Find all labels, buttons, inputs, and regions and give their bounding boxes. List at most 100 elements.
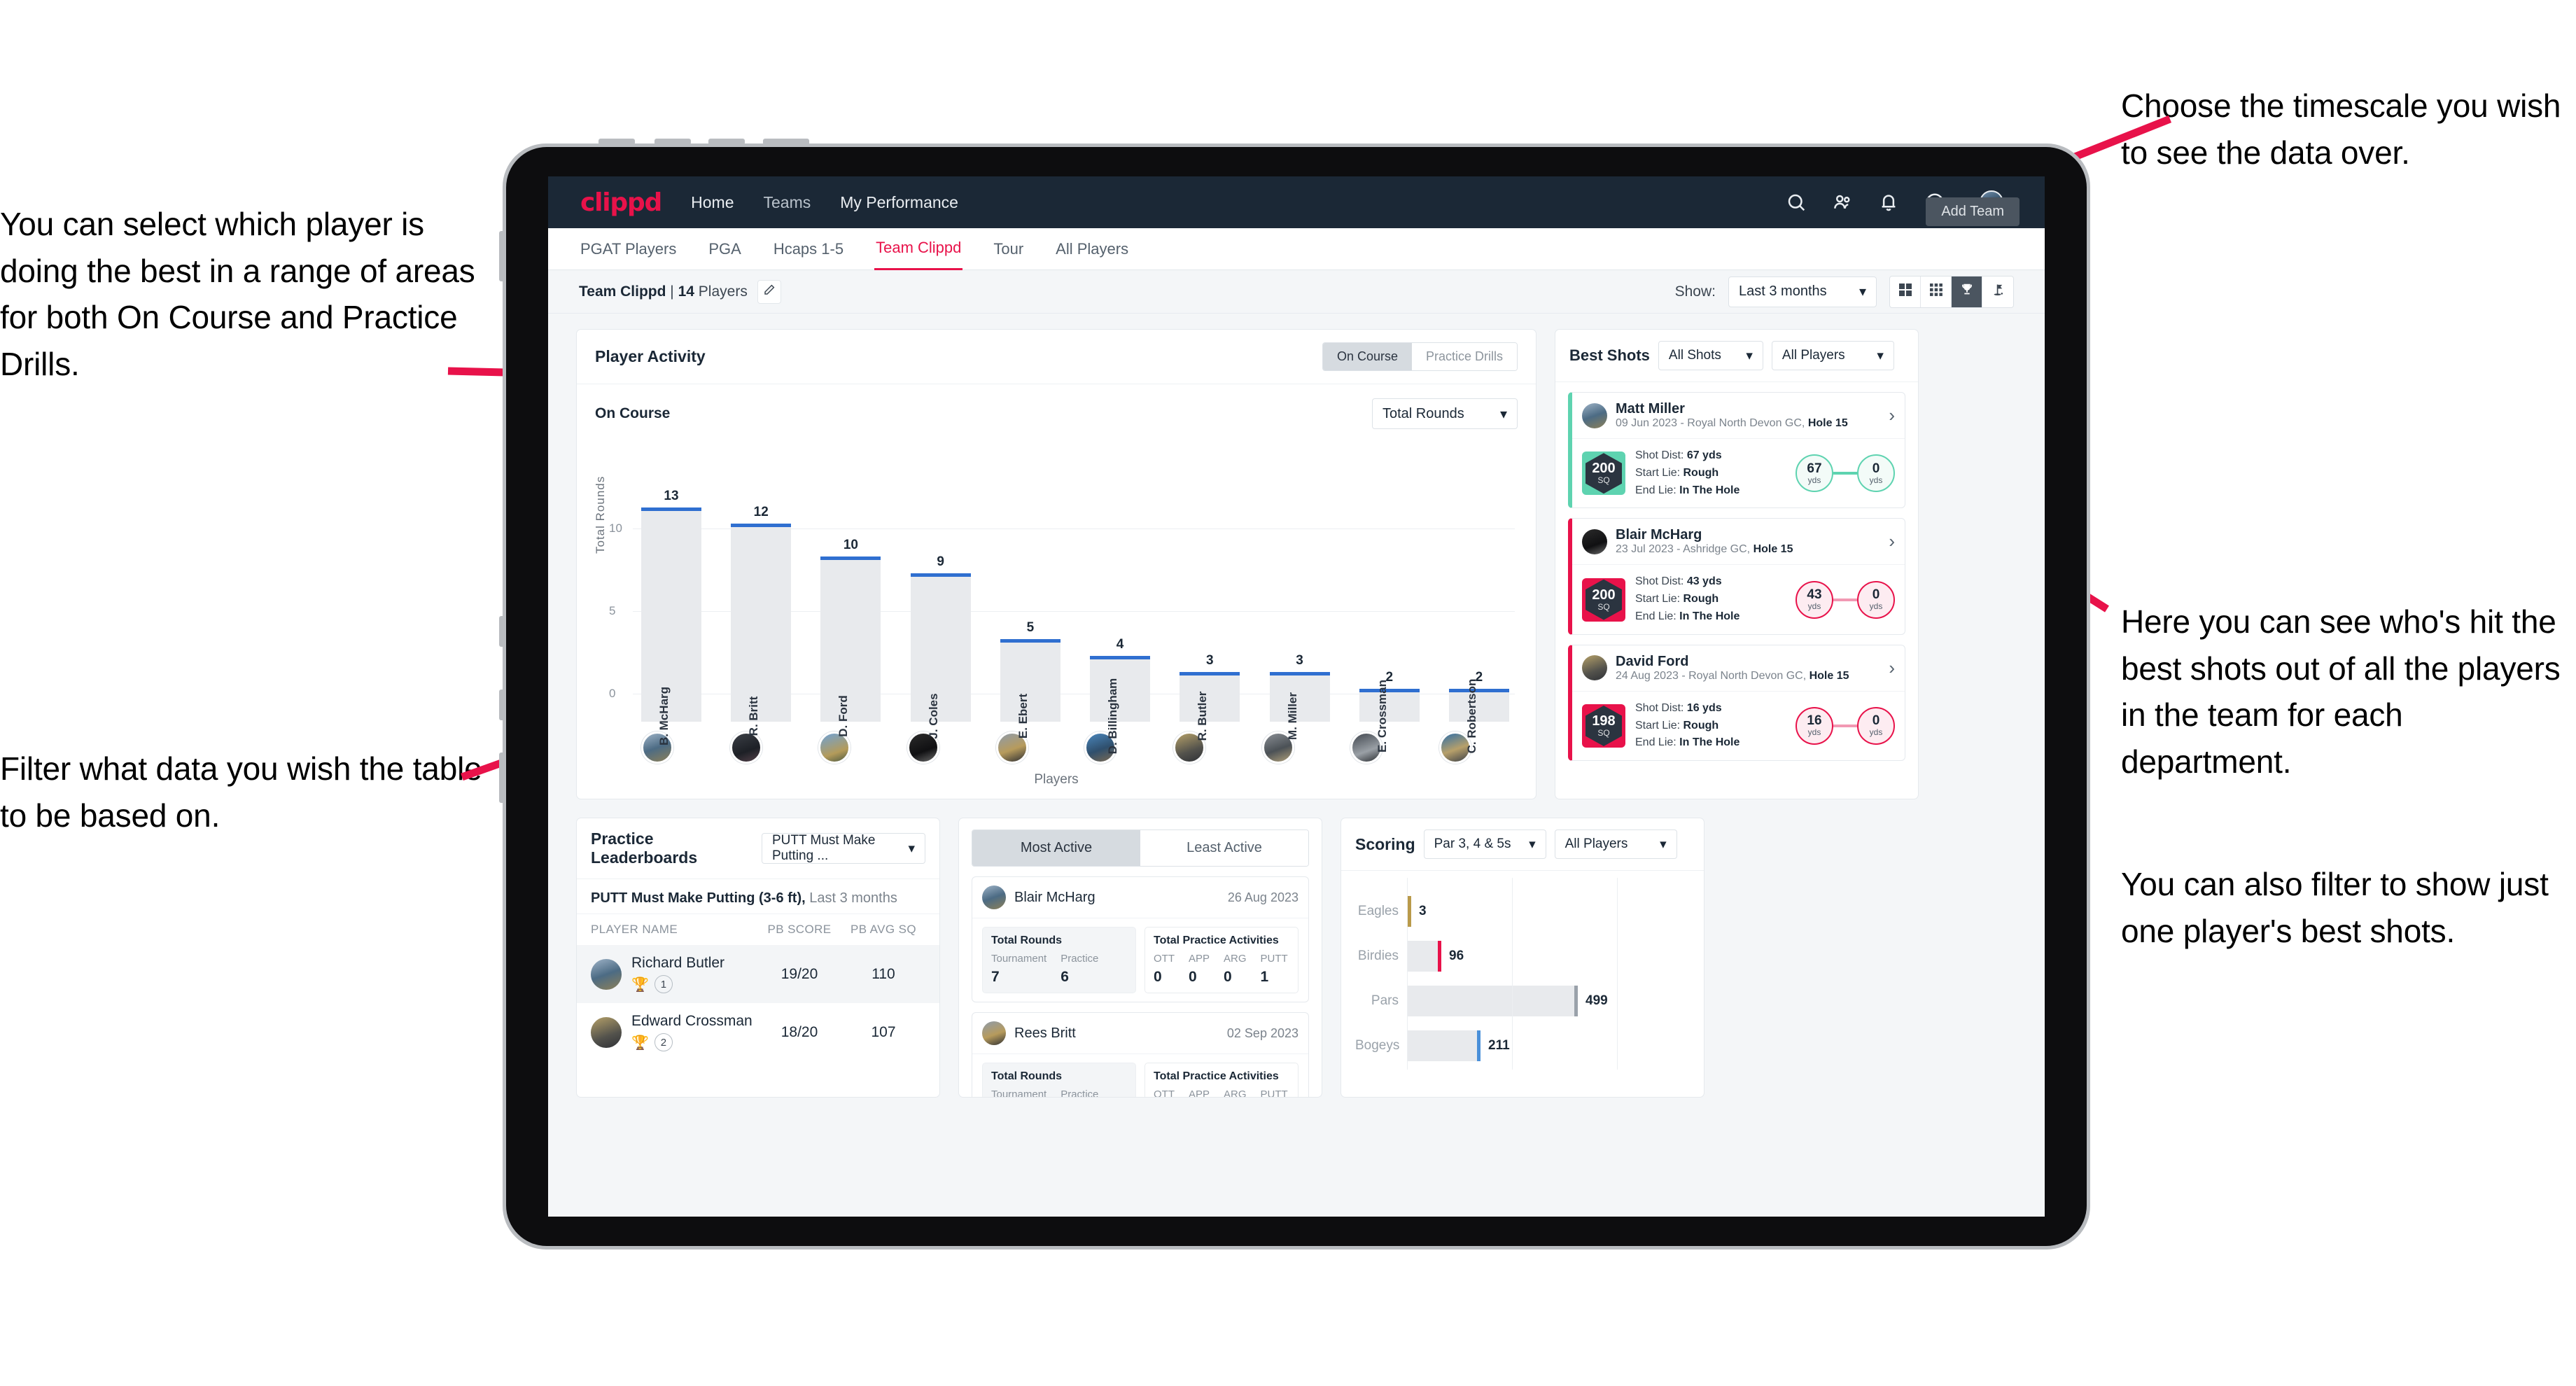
segment-practice-drills[interactable]: Practice Drills [1411, 343, 1517, 370]
activity-practice-col: ARG0 [1224, 1088, 1247, 1097]
chart-y-tick: 10 [609, 522, 622, 535]
chevron-down-icon: ▾ [1529, 836, 1536, 852]
segment-on-course[interactable]: On Course [1322, 343, 1412, 370]
view-grid-3x3-button[interactable] [1921, 276, 1952, 307]
annotation-player-selection: You can select which player is doing the… [0, 206, 475, 383]
shot-to-circle: 0 yds [1857, 454, 1895, 493]
view-golf-flag-button[interactable] [1982, 276, 2013, 307]
annotation-best-shots: Here you can see who's hit the best shot… [2121, 603, 2561, 780]
activity-card-body: Total Rounds Tournament8 Practice4 Total Pr… [972, 1054, 1308, 1097]
scoring-bar-value: 211 [1488, 1038, 1510, 1053]
total-practice-values: OTT 0 APP 0 ARG 0 PUTT 1 [1154, 953, 1289, 986]
best-shot-card[interactable]: David Ford 24 Aug 2023 - Royal North Devo… [1568, 644, 1905, 762]
bar[interactable]: E. Ebert [1000, 639, 1060, 738]
total-rounds-values: Tournament8 Practice4 [991, 1088, 1127, 1097]
nav-link-home[interactable]: Home [691, 193, 734, 212]
bar[interactable]: E. Crossman [1359, 680, 1420, 752]
best-shot-player-name: David Ford [1616, 653, 1689, 669]
shot-from-circle: 43 yds [1795, 580, 1833, 619]
metric-select[interactable]: Total Rounds ▾ [1372, 398, 1518, 429]
chevron-right-icon[interactable]: › [1889, 531, 1895, 552]
team-label: Team Clippd | 14 Players [579, 284, 748, 300]
scoring-bar[interactable] [1407, 941, 1441, 972]
bar[interactable]: D. Billingham [1090, 656, 1151, 754]
leaderboard-player-name: Richard Butler [631, 955, 725, 971]
total-rounds-title: Total Rounds [991, 934, 1063, 946]
bar[interactable]: R. Britt [731, 524, 792, 736]
scoring-bar[interactable] [1407, 1030, 1480, 1061]
bar[interactable]: J. Coles [910, 573, 971, 739]
bell-icon[interactable] [1878, 192, 1899, 213]
best-shot-meta: 23 Jul 2023 - Ashridge GC, Hole 15 [1616, 543, 1793, 556]
tab-least-active[interactable]: Least Active [1140, 830, 1308, 866]
par-filter-value: Par 3, 4 & 5s [1434, 836, 1511, 851]
scoring-gridline [1512, 878, 1513, 1070]
search-icon[interactable] [1786, 192, 1807, 213]
best-shot-info: Blair McHarg 23 Jul 2023 - Ashridge GC, H… [1616, 527, 1793, 556]
best-shot-header: David Ford 24 Aug 2023 - Royal North Devo… [1572, 645, 1905, 692]
scoring-player-filter[interactable]: All Players ▾ [1554, 830, 1677, 859]
tab-hcaps-1-5[interactable]: Hcaps 1-5 [772, 229, 845, 270]
scoring-bar-cap [1574, 986, 1578, 1016]
scoring-par-filter[interactable]: Par 3, 4 & 5s ▾ [1423, 830, 1546, 859]
chevron-down-icon: ▾ [1746, 348, 1753, 363]
scoring-gridline [1407, 878, 1408, 1070]
activity-card-header: Rees Britt 02 Sep 2023 [972, 1013, 1308, 1054]
shot-filter-value: All Shots [1668, 348, 1721, 363]
view-grid-2x2-button[interactable] [1890, 276, 1921, 307]
sub-header: Team Clippd | 14 Players Show: Last 3 mo… [548, 270, 2045, 314]
drill-value: PUTT Must Make Putting ... [771, 833, 876, 863]
timescale-select[interactable]: Last 3 months ▾ [1728, 276, 1877, 307]
bar[interactable]: B. McHarg [641, 507, 701, 746]
tab-pgat-players[interactable]: PGAT Players [579, 229, 678, 270]
bar[interactable]: M. Miller [1269, 672, 1330, 740]
bar[interactable]: C. Robertson [1448, 679, 1509, 753]
best-shot-hole: Hole 15 [1753, 543, 1793, 556]
avatar [591, 958, 622, 990]
tab-all-players[interactable]: All Players [1054, 229, 1130, 270]
drill-select[interactable]: PUTT Must Make Putting ... ▾ [761, 833, 925, 864]
scoring-bar-row: Eagles 3 [1355, 889, 1690, 934]
leaderboard-row[interactable]: Richard Butler 🏆 1 19/20 110 [577, 945, 939, 1003]
leaderboard-row[interactable]: Edward Crossman 🏆 2 18/20 107 [577, 1003, 939, 1061]
people-icon[interactable] [1832, 192, 1853, 213]
best-shot-card[interactable]: Matt Miller 09 Jun 2023 - Royal North Dev… [1568, 392, 1905, 509]
view-trophy-button[interactable] [1952, 276, 1982, 307]
chevron-right-icon[interactable]: › [1889, 405, 1895, 426]
bar[interactable]: R. Butler [1180, 672, 1240, 741]
leaderboard-rank-badge: 🏆 1 [631, 975, 757, 993]
shot-details: Shot Dist: 67 yds Start Lie: Rough End Lie… [1635, 447, 1740, 499]
activity-rounds-key: Tournament [991, 953, 1047, 965]
best-shot-player-name: Blair McHarg [1616, 527, 1702, 543]
nav-link-my-performance[interactable]: My Performance [840, 193, 958, 212]
shot-to-circle: 0 yds [1857, 706, 1895, 745]
nav-link-teams[interactable]: Teams [764, 193, 811, 212]
tab-tour[interactable]: Tour [992, 229, 1025, 270]
edit-team-button[interactable] [757, 279, 781, 304]
activity-player-card[interactable]: Rees Britt 02 Sep 2023 Total Rounds Tournam… [972, 1012, 1309, 1097]
tablet-bezel: clippd Home Teams My Performance ▾ ▾ PGA… [506, 147, 2087, 1246]
activity-card: Most Active Least Active Blair McHarg 26 … [958, 818, 1322, 1098]
tab-pga[interactable]: PGA [707, 229, 742, 270]
bar[interactable]: D. Ford [820, 556, 881, 737]
bar-category-label: D. Billingham [1106, 678, 1120, 755]
scoring-bar[interactable] [1407, 986, 1578, 1016]
column-player-name: PLAYER NAME [591, 923, 678, 936]
activity-practice-col: APP 0 [1189, 953, 1210, 986]
practice-leaderboards-header: Practice Leaderboards PUTT Must Make Put… [577, 818, 939, 879]
activity-player-card[interactable]: Blair McHarg 26 Aug 2023 Total Rounds Tourn… [972, 876, 1309, 1002]
best-shots-player-filter[interactable]: All Players ▾ [1771, 341, 1894, 370]
tab-most-active[interactable]: Most Active [972, 830, 1140, 866]
clippd-logo[interactable]: clippd [580, 188, 662, 217]
activity-card-body: Total Rounds Tournament 7 Practice 6 Total Pr… [972, 918, 1308, 1002]
leaderboard-player: Edward Crossman 🏆 2 [631, 1013, 757, 1051]
pencil-icon [763, 284, 776, 300]
best-shot-card[interactable]: Blair McHarg 23 Jul 2023 - Ashridge GC, H… [1568, 518, 1905, 635]
practice-leaderboards-title: Practice Leaderboards [591, 830, 698, 867]
shot-details: Shot Dist: 16 yds Start Lie: Rough End Lie… [1635, 700, 1740, 752]
best-shots-shot-filter[interactable]: All Shots ▾ [1658, 341, 1763, 370]
tab-team-clippd[interactable]: Team Clippd [874, 227, 963, 270]
player-avatar[interactable] [729, 732, 762, 764]
chevron-right-icon[interactable]: › [1889, 657, 1895, 679]
shot-from-unit: yds [1807, 475, 1821, 485]
